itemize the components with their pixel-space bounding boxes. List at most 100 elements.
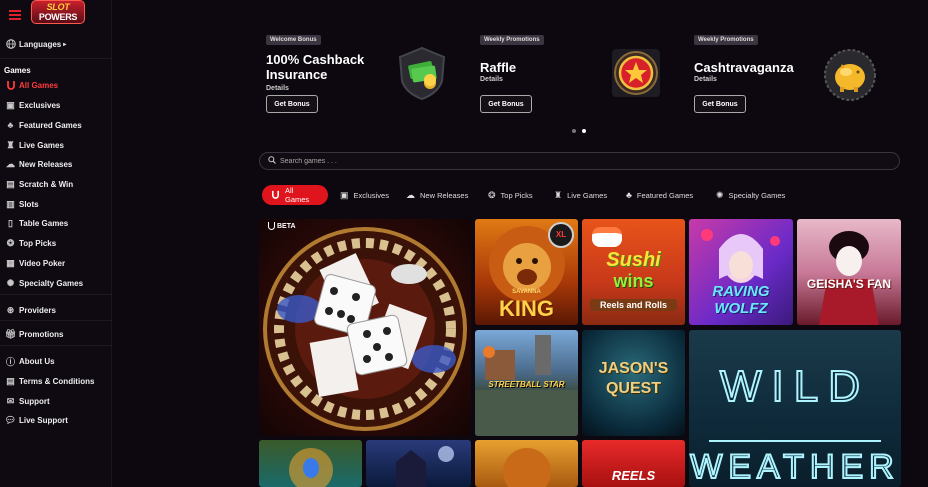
game-tile-jasons-quest[interactable]: JASON'S QUEST xyxy=(582,330,685,436)
sidebar-item-about-us[interactable]: ⓘ About Us xyxy=(0,352,112,370)
sidebar-item-specialty-games[interactable]: ✺ Specialty Games xyxy=(0,274,112,292)
filter-new-releases[interactable]: ☁ New Releases xyxy=(406,185,468,205)
video-poker-icon: ▦ xyxy=(6,257,15,268)
sidebar-item-label: Top Picks xyxy=(19,238,57,248)
game-tile-bottom-3[interactable] xyxy=(475,440,578,487)
get-bonus-button[interactable]: Get Bonus xyxy=(266,95,318,113)
promo-card-raffle: Weekly Promotions Raffle Details Get Bon… xyxy=(480,35,685,120)
filter-exclusives[interactable]: ▣ Exclusives xyxy=(340,185,389,205)
sidebar-item-label: Video Poker xyxy=(19,258,66,268)
sidebar-item-support[interactable]: ✉ Support xyxy=(0,392,112,410)
game-tile-sushi-wins[interactable]: Sushi wins Reels and Rolls xyxy=(582,219,685,325)
get-bonus-button[interactable]: Get Bonus xyxy=(694,95,746,113)
chevron-right-icon: ▸ xyxy=(63,41,67,48)
game-tile-bottom-1[interactable] xyxy=(259,440,362,487)
sidebar-item-label: Live Games xyxy=(19,140,64,150)
search-input[interactable] xyxy=(280,157,780,165)
filter-all-games[interactable]: All Games xyxy=(262,185,328,205)
sidebar-item-scratch-win[interactable]: ▤ Scratch & Win xyxy=(0,175,112,193)
promo-details-link[interactable]: Details xyxy=(694,76,717,83)
sidebar-item-label: Support xyxy=(19,396,50,406)
promo-tag: Weekly Promotions xyxy=(480,35,544,45)
sidebar-item-terms[interactable]: ▤ Terms & Conditions xyxy=(0,372,112,390)
game-tile-reels[interactable]: REELS xyxy=(582,440,685,487)
sidebar-item-slots[interactable]: ▥ Slots xyxy=(0,195,112,213)
search-icon xyxy=(268,156,276,166)
sidebar-item-all-games[interactable]: All Games xyxy=(0,76,112,94)
game-title: RAVING WOLFZ xyxy=(712,283,770,317)
promo-title: 100% Cashback Insurance xyxy=(266,52,365,82)
promo-card-cashback: Welcome Bonus 100% Cashback Insurance De… xyxy=(266,35,471,120)
xl-badge: XL xyxy=(555,230,567,239)
sidebar: SLOT POWERS Languages ▸ Games All Games … xyxy=(0,0,112,487)
game-tile-geishas-fan[interactable]: GEISHA'S FAN xyxy=(797,219,901,325)
sidebar-item-featured-games[interactable]: ♣ Featured Games xyxy=(0,116,112,134)
new-releases-icon: ☁ xyxy=(406,189,415,200)
horseshoe-icon xyxy=(5,80,16,91)
game-tile-streetball-star[interactable]: STREETBALL STAR xyxy=(475,330,578,436)
globe-icon xyxy=(5,39,16,50)
game-title-line1: SAVANNA xyxy=(512,289,541,295)
sushi-art xyxy=(592,227,622,247)
sidebar-item-exclusives[interactable]: ▣ Exclusives xyxy=(0,96,112,114)
promo-details-link[interactable]: Details xyxy=(480,76,503,83)
game-tile-raving-wolfz[interactable]: RAVING WOLFZ xyxy=(689,219,793,325)
carousel-dot-active[interactable] xyxy=(582,129,586,133)
sidebar-item-top-picks[interactable]: ❂ Top Picks xyxy=(0,234,112,252)
specialty-icon: ✺ xyxy=(6,277,15,288)
sidebar-item-new-releases[interactable]: ☁ New Releases xyxy=(0,155,112,173)
languages-menu[interactable]: Languages ▸ xyxy=(0,35,112,53)
filter-top-picks[interactable]: ❂ Top Picks xyxy=(488,185,533,205)
promo-tag: Weekly Promotions xyxy=(694,35,758,45)
document-icon: ▤ xyxy=(6,375,15,386)
scratch-icon: ▤ xyxy=(6,178,15,189)
games-heading: Games xyxy=(4,66,31,75)
logo-line1: SLOT xyxy=(46,2,70,12)
filter-label: Top Picks xyxy=(500,190,533,200)
sidebar-item-live-games[interactable]: ♜ Live Games xyxy=(0,136,112,154)
horseshoe-icon xyxy=(268,222,275,230)
brand-logo[interactable]: SLOT POWERS xyxy=(31,0,85,24)
sidebar-item-label: Terms & Conditions xyxy=(19,376,95,386)
sidebar-item-live-support[interactable]: 💬︎ Live Support xyxy=(0,411,112,429)
game-tile-savanna-king[interactable]: XL SAVANNA KING xyxy=(475,219,578,325)
filter-featured-games[interactable]: ♣ Featured Games xyxy=(626,185,693,205)
promo-details-link[interactable]: Details xyxy=(266,85,289,92)
sidebar-item-video-poker[interactable]: ▦ Video Poker xyxy=(0,254,112,272)
piggy-bank-icon xyxy=(822,47,878,103)
carousel-dots xyxy=(572,129,586,133)
sidebar-item-label: Providers xyxy=(19,305,56,315)
carousel-dot[interactable] xyxy=(572,129,576,133)
sidebar-item-label: Promotions xyxy=(19,329,64,339)
game-tile-bottom-2[interactable] xyxy=(366,440,471,487)
game-title-line1: WILD xyxy=(719,361,870,412)
featured-icon: ♣ xyxy=(7,120,14,130)
game-tile-wild-weather[interactable]: WILD WEATHER xyxy=(689,330,901,487)
live-icon: ♜ xyxy=(6,139,15,150)
filter-label: Exclusives xyxy=(353,190,389,200)
roulette-dice-art xyxy=(263,227,467,431)
game-title: REELS xyxy=(611,468,656,483)
sidebar-item-label: Scratch & Win xyxy=(19,179,74,189)
beta-badge: BETA xyxy=(268,222,296,230)
mail-icon: ✉ xyxy=(6,395,15,406)
specialty-icon: ✺ xyxy=(716,189,724,200)
get-bonus-button[interactable]: Get Bonus xyxy=(480,95,532,113)
search-bar xyxy=(259,152,900,170)
sidebar-item-promotions[interactable]: 🎁︎ Promotions xyxy=(0,325,112,343)
game-tile-roulette-beta[interactable]: BETA xyxy=(259,219,471,436)
menu-icon[interactable] xyxy=(9,10,21,20)
divider-line xyxy=(709,440,881,442)
sidebar-item-table-games[interactable]: ▯ Table Games xyxy=(0,214,112,232)
languages-label: Languages xyxy=(19,39,62,49)
sidebar-item-providers[interactable]: ⊛ Providers xyxy=(0,301,112,319)
game-title-line1: Sushi xyxy=(606,249,661,271)
filter-label: All Games xyxy=(285,186,310,204)
sidebar-item-label: Featured Games xyxy=(19,120,82,130)
filter-specialty-games[interactable]: ✺ Specialty Games xyxy=(716,185,785,205)
slots-icon: ▥ xyxy=(6,198,15,209)
top-picks-icon: ❂ xyxy=(6,237,15,248)
sidebar-item-label: Specialty Games xyxy=(19,278,84,288)
deity-art xyxy=(289,448,333,487)
filter-live-games[interactable]: ♜ Live Games xyxy=(554,185,607,205)
